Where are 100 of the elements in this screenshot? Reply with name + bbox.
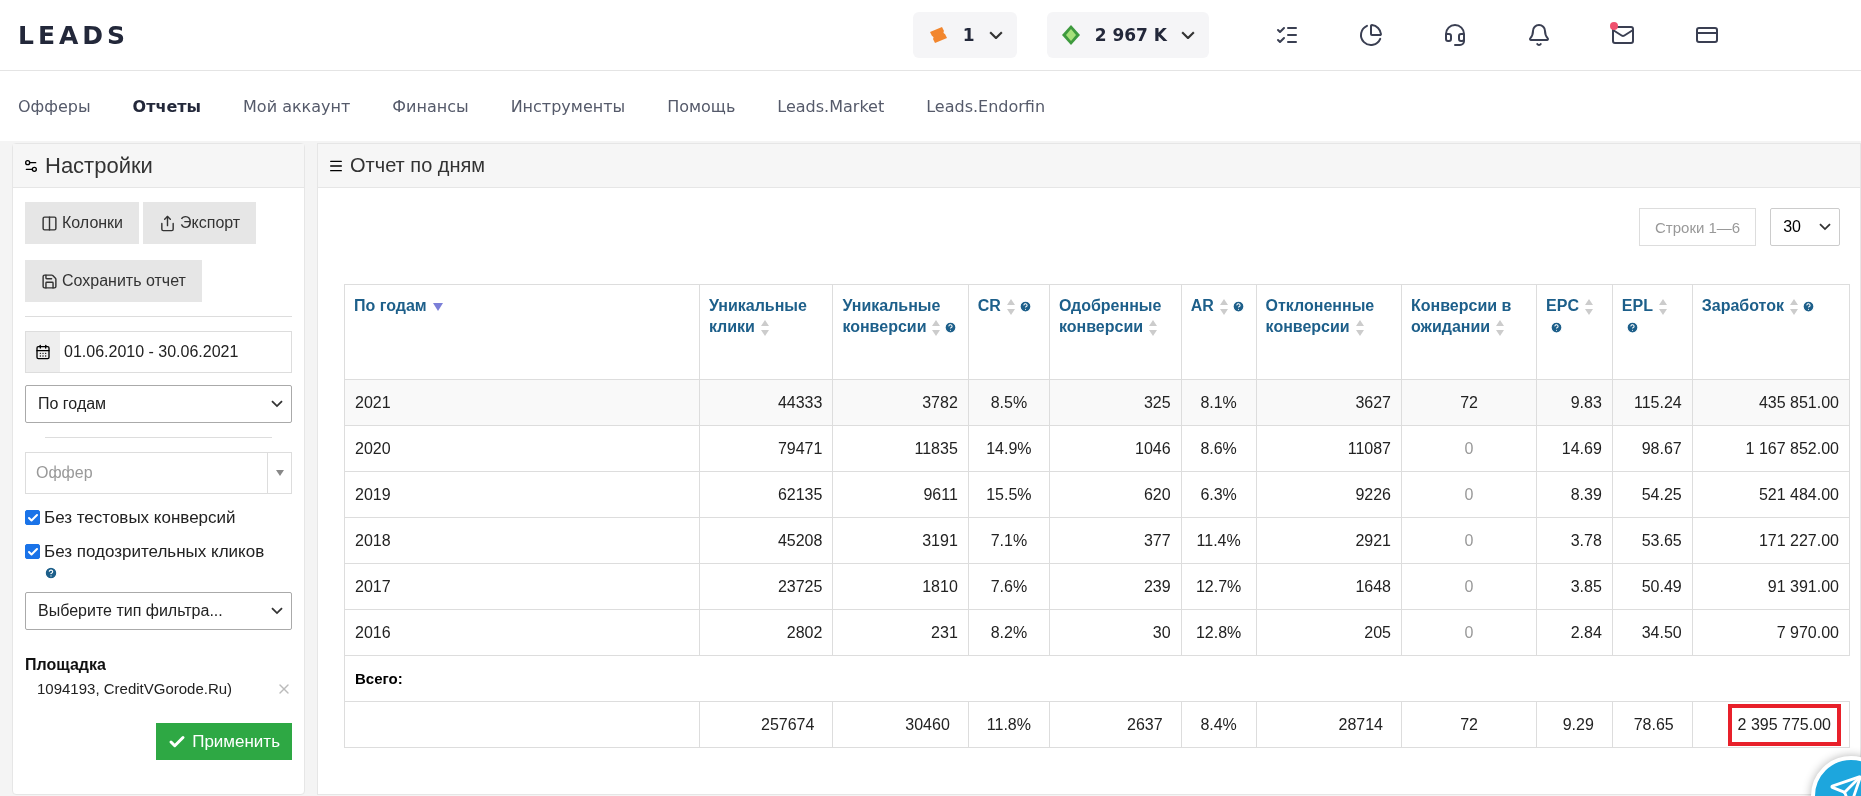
help-icon[interactable]: [1018, 300, 1032, 314]
nav-link[interactable]: Финансы: [392, 96, 469, 116]
chevron-icon: [1181, 30, 1195, 40]
table-cell: 6.3%: [1181, 471, 1257, 518]
filter-type-select[interactable]: Выберите тип фильтра...: [25, 592, 292, 630]
total-cell-text: 9.29: [1561, 714, 1595, 735]
sort-down-icon[interactable]: [432, 302, 443, 311]
table-cell: 0: [1401, 425, 1537, 472]
table-cell: 8.39: [1536, 471, 1613, 518]
table-cell: 2802: [699, 609, 833, 656]
diamond-icon: [1060, 24, 1081, 46]
column-header[interactable]: Конверсии в ожидании: [1401, 284, 1537, 380]
column-header[interactable]: По годам: [344, 284, 700, 380]
checkbox[interactable]: [25, 544, 40, 559]
table-cell: 14.9%: [968, 425, 1050, 472]
table-cell: 11.4%: [1181, 517, 1257, 564]
panel-title: Отчет по дням: [350, 154, 486, 177]
table-cell: 1648: [1256, 563, 1402, 610]
total-cell-text: 8.4%: [1199, 714, 1238, 735]
nav-link[interactable]: Инструменты: [510, 96, 626, 116]
help-icon[interactable]: [1550, 321, 1564, 335]
table-cell: 72: [1401, 379, 1537, 426]
table-cell: 0: [1401, 609, 1537, 656]
table-cell: 8.5%: [968, 379, 1050, 426]
nav-link[interactable]: Помощь: [667, 96, 736, 116]
table-cell: 98.67: [1612, 425, 1693, 472]
table-cell: 54.25: [1612, 471, 1693, 518]
table-cell: 30: [1049, 609, 1182, 656]
nav-link[interactable]: Мой аккаунт: [243, 96, 351, 116]
column-header[interactable]: CR: [968, 284, 1050, 380]
column-header[interactable]: Заработок: [1692, 284, 1850, 380]
table-cell: 0: [1401, 517, 1537, 564]
table-cell: 7.1%: [968, 517, 1050, 564]
column-header[interactable]: EPL: [1612, 284, 1693, 380]
caret-icon: [275, 470, 284, 476]
table-cell: 3627: [1256, 379, 1402, 426]
table-cell: 79471: [699, 425, 833, 472]
table-cell: 23725: [699, 563, 833, 610]
table-cell: 0: [1401, 471, 1537, 518]
columns-icon: [41, 214, 58, 232]
chevron-icon: [1819, 223, 1831, 231]
rows-info: Строки 1—6: [1639, 208, 1757, 246]
help-icon[interactable]: [44, 566, 58, 580]
platform-label: Площадка: [25, 656, 107, 674]
checkbox-option[interactable]: Без тестовых конверсий: [25, 508, 292, 528]
chevron-icon: [271, 400, 283, 408]
table-cell: 171 227.00: [1692, 517, 1850, 564]
column-header[interactable]: Уникальные клики: [699, 284, 833, 380]
total-cell-text: 72: [1459, 714, 1479, 735]
tickets-button[interactable]: 1: [912, 12, 1017, 58]
page-size-select[interactable]: 30: [1770, 208, 1840, 246]
table-cell: 2016: [344, 609, 700, 656]
table-cell: 1 167 852.00: [1692, 425, 1850, 472]
column-header[interactable]: EPC: [1536, 284, 1613, 380]
table-cell: 435 851.00: [1692, 379, 1850, 426]
help-icon[interactable]: [1231, 300, 1245, 314]
logo[interactable]: LEADS: [18, 20, 130, 50]
help-icon[interactable]: [944, 321, 958, 335]
help-icon[interactable]: [1801, 300, 1815, 314]
checkbox[interactable]: [25, 510, 40, 525]
table-cell: 45208: [699, 517, 833, 564]
table-cell: 62135: [699, 471, 833, 518]
total-cell-text: 257674: [760, 714, 816, 735]
table-cell: 53.65: [1612, 517, 1693, 564]
table-cell: 8.6%: [1181, 425, 1257, 472]
table-cell: 3.78: [1536, 517, 1613, 564]
nav-link[interactable]: Отчеты: [132, 96, 202, 116]
grouping-select[interactable]: По годам: [25, 385, 292, 423]
column-header[interactable]: AR: [1181, 284, 1257, 380]
nav-link[interactable]: Leads.Endorfin: [926, 96, 1046, 116]
calendar-icon: [35, 344, 51, 360]
column-header[interactable]: Уникальные конверсии: [832, 284, 969, 380]
total-cell-text: 28714: [1337, 714, 1384, 735]
checkbox-option[interactable]: Без подозрительных кликов: [25, 542, 292, 580]
table-cell: 9611: [832, 471, 969, 518]
table-cell: 3191: [832, 517, 969, 564]
save-report-button[interactable]: Сохранить отчет: [25, 260, 202, 302]
highlighted-total: 2 395 775.00: [1727, 703, 1841, 746]
total-cell-text: 78.65: [1632, 714, 1675, 735]
table-cell: 9226: [1256, 471, 1402, 518]
balance-button[interactable]: 2 967 K: [1046, 12, 1209, 58]
panel-title: Настройки: [45, 152, 153, 179]
column-header[interactable]: Одобренные конверсии: [1049, 284, 1182, 380]
export-button[interactable]: Экспорт: [143, 202, 257, 244]
total-cell-text: 2637: [1126, 714, 1164, 735]
table-cell: 3.85: [1536, 563, 1613, 610]
total-cell-text: 11.8%: [985, 714, 1032, 735]
total-cell-text: 30460: [904, 714, 951, 735]
column-header[interactable]: Отклоненные конверсии: [1256, 284, 1402, 380]
table-cell: 0: [1401, 563, 1537, 610]
table-cell: 12.7%: [1181, 563, 1257, 610]
table-cell: 205: [1256, 609, 1402, 656]
columns-button[interactable]: Колонки: [25, 202, 140, 244]
table-cell: 34.50: [1612, 609, 1693, 656]
nav-link[interactable]: Офферы: [18, 96, 91, 116]
help-icon[interactable]: [1625, 321, 1639, 335]
table-cell: 8.2%: [968, 609, 1050, 656]
date-range-field[interactable]: 01.06.2010 - 30.06.2021: [25, 331, 292, 373]
nav-link[interactable]: Leads.Market: [777, 96, 885, 116]
table-cell: 15.5%: [968, 471, 1050, 518]
